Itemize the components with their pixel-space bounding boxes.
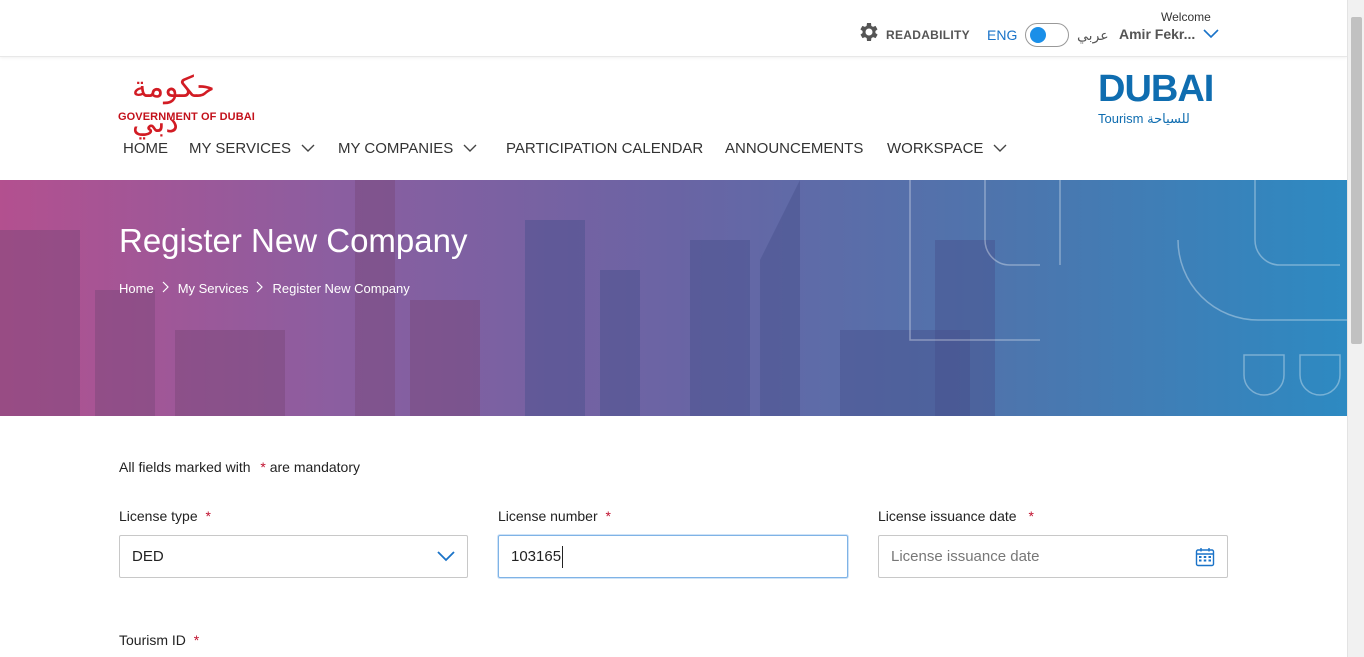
chevron-down-icon [301,144,315,152]
chevron-right-icon [256,281,264,296]
license-number-label: License number * [498,508,611,524]
page-scrollbar[interactable] [1347,0,1364,657]
calendar-icon[interactable] [1195,547,1215,567]
chevron-down-icon [463,144,477,152]
nav-announcements-label: ANNOUNCEMENTS [725,140,864,157]
government-of-dubai-logo[interactable]: حكومة دبي GOVERNMENT OF DUBAI [118,70,262,140]
nav-home[interactable]: HOME [123,140,189,157]
nav-announcements[interactable]: ANNOUNCEMENTS [725,140,887,157]
username-label: Amir Fekr... [1119,26,1196,42]
tourism-logo-subtitle: Tourism للسياحة [1098,111,1190,126]
gear-icon [856,20,880,49]
nav-my-companies[interactable]: MY COMPANIES [338,140,506,157]
lang-eng-label[interactable]: ENG [987,27,1017,43]
tourism-id-label-text: Tourism ID [119,632,186,648]
license-issuance-date-input[interactable]: License issuance date [878,535,1228,578]
main-nav: HOME MY SERVICES MY COMPANIES PARTICIPAT… [123,140,1007,157]
user-menu[interactable]: Amir Fekr... [1119,26,1219,42]
nav-participation-calendar[interactable]: PARTICIPATION CALENDAR [506,140,725,157]
text-caret [562,545,564,568]
license-type-label: License type * [119,508,211,524]
mandatory-note: All fields marked with * are mandatory [119,459,360,475]
page-title: Register New Company [119,222,468,259]
gov-logo-english: GOVERNMENT OF DUBAI [118,111,255,123]
license-issuance-date-label: License issuance date * [878,508,1034,524]
breadcrumb-my-services[interactable]: My Services [178,281,249,296]
tourism-id-label: Tourism ID * [119,632,199,648]
tourism-logo-title: DUBAI [1098,68,1214,110]
license-type-value: DED [132,548,164,565]
license-type-label-text: License type [119,508,198,524]
breadcrumb-home[interactable]: Home [119,281,154,296]
nav-workspace-label: WORKSPACE [887,140,984,157]
breadcrumb-current: Register New Company [272,281,410,296]
chevron-down-icon [437,551,455,562]
breadcrumb: Home My Services Register New Company [119,281,410,296]
toggle-knob [1030,27,1046,43]
readability-button[interactable]: READABILITY [856,20,970,49]
nav-home-label: HOME [123,140,168,157]
nav-participation-calendar-label: PARTICIPATION CALENDAR [506,140,704,157]
license-number-value: 103165 [511,548,562,565]
license-type-select[interactable]: DED [119,535,468,578]
scrollbar-thumb[interactable] [1351,17,1362,344]
license-issuance-date-label-text: License issuance date [878,508,1017,524]
required-star: * [205,508,211,524]
chevron-down-icon [1203,26,1219,42]
skyline-illustration [0,180,1347,416]
language-toggle[interactable] [1025,23,1069,47]
lang-arabic-label[interactable]: عربي [1077,27,1109,44]
gov-logo-arabic: حكومة دبي [132,70,215,140]
welcome-text: Welcome [1161,10,1211,24]
top-bar: READABILITY ENG عربي Welcome Amir Fekr..… [0,0,1347,57]
license-issuance-date-placeholder: License issuance date [891,548,1040,565]
license-number-input[interactable]: 103165 [498,535,848,578]
mandatory-prefix: All fields marked with [119,459,251,475]
required-star: * [260,459,266,475]
dubai-tourism-logo[interactable]: DUBAI Tourism للسياحة [1098,68,1220,128]
license-number-label-text: License number [498,508,598,524]
required-star: * [605,508,611,524]
nav-my-services[interactable]: MY SERVICES [189,140,338,157]
page-banner: Register New Company Home My Services Re… [0,180,1347,416]
required-star: * [193,632,200,648]
readability-label: READABILITY [886,27,970,42]
chevron-right-icon [162,281,170,296]
nav-my-services-label: MY SERVICES [189,140,291,157]
chevron-down-icon [993,144,1007,152]
nav-workspace[interactable]: WORKSPACE [887,140,1007,157]
mandatory-suffix: are mandatory [269,459,361,475]
nav-my-companies-label: MY COMPANIES [338,140,454,157]
required-star: * [1028,508,1034,524]
